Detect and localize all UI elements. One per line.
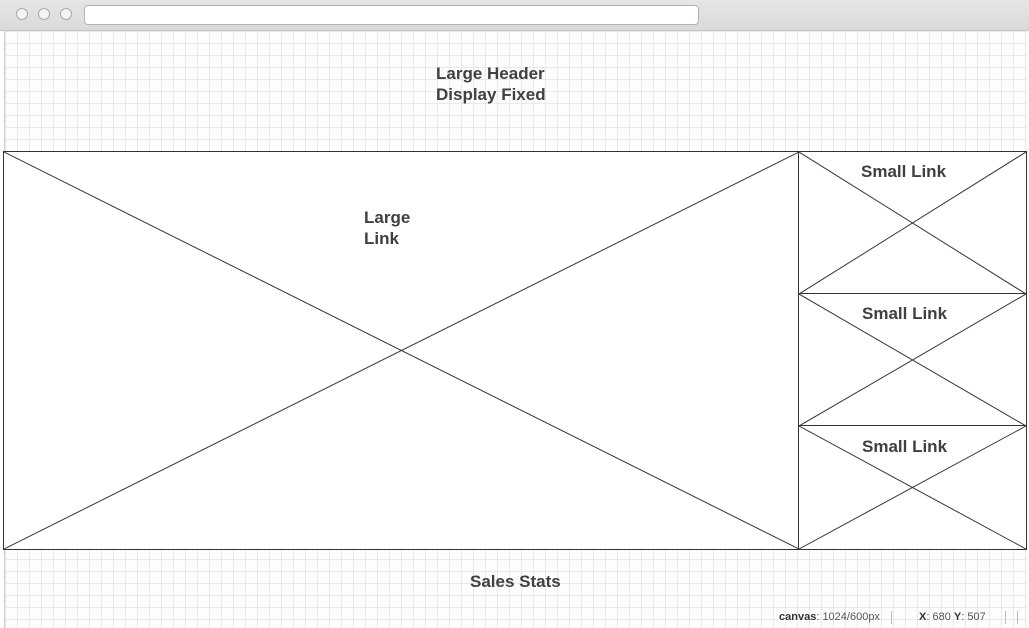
canvas-size-readout: canvas: 1024/600px [779,611,880,623]
small-link-label-3[interactable]: Small Link [862,436,947,457]
page-header-title: Large Header Display Fixed [436,64,546,104]
maximize-window-icon[interactable] [60,8,72,20]
status-divider [1017,611,1018,624]
status-divider [1005,611,1006,624]
close-window-icon[interactable] [16,8,28,20]
small-link-label-2[interactable]: Small Link [862,303,947,324]
cursor-coordinates-readout: X: 680 Y: 507 [919,611,986,623]
address-bar[interactable] [84,5,699,25]
status-bar: canvas: 1024/600px X: 680 Y: 507 [769,606,1029,628]
small-link-label-1[interactable]: Small Link [861,161,946,182]
status-divider [891,611,892,624]
large-link-label[interactable]: Large Link [364,207,410,249]
minimize-window-icon[interactable] [38,8,50,20]
sales-stats-heading: Sales Stats [470,572,561,591]
browser-window: Large Header Display Fixed Large Link Sm… [0,0,1029,628]
browser-titlebar [0,0,1029,31]
